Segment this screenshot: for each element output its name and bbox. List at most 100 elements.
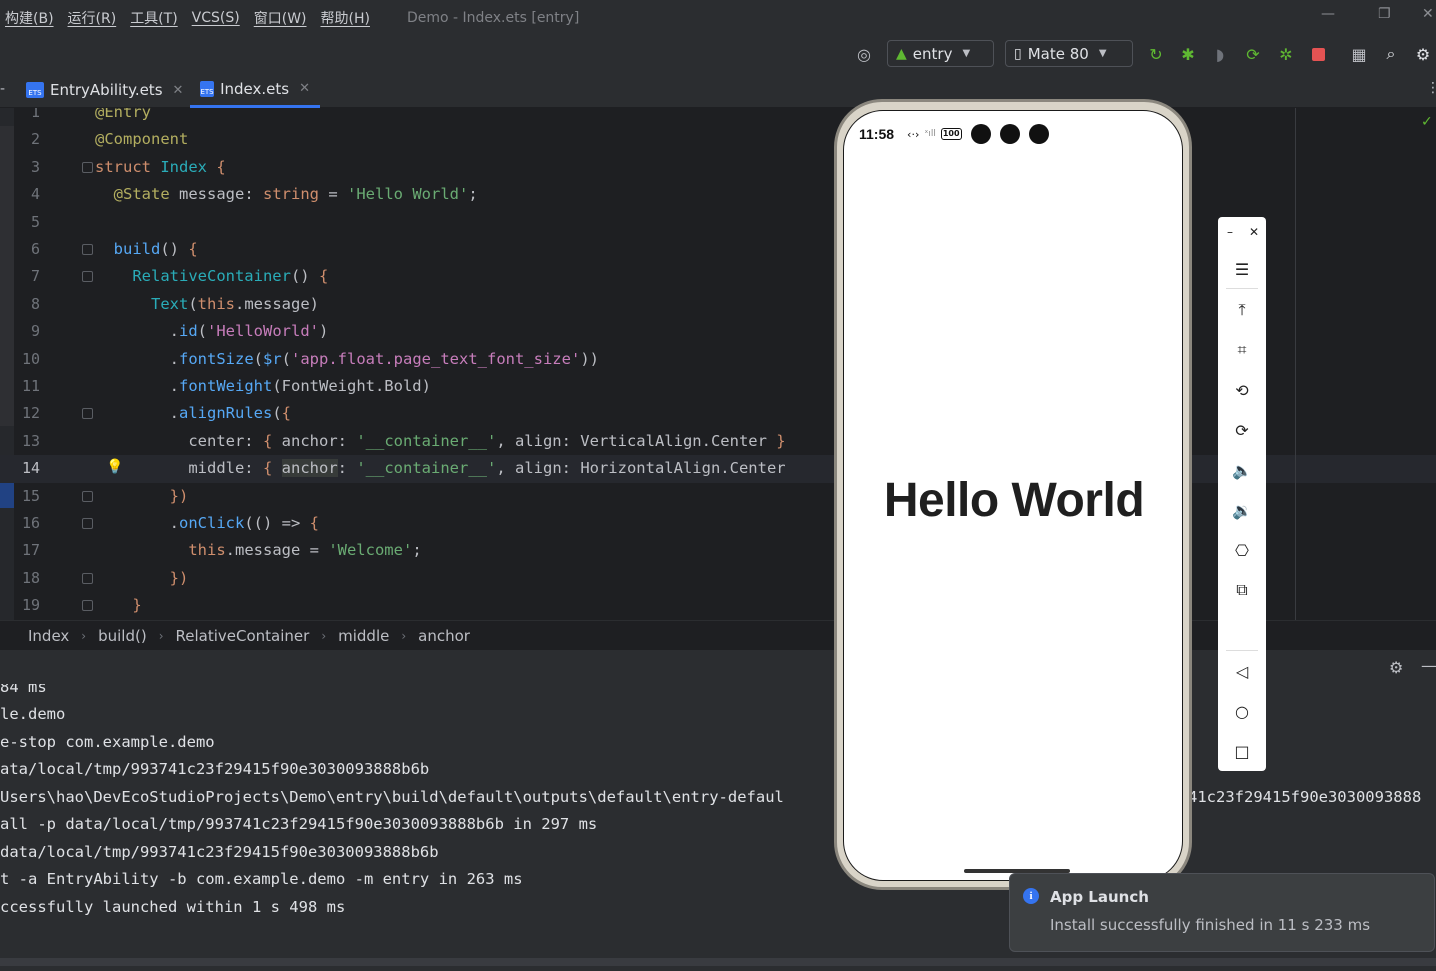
line-number: 3 xyxy=(30,157,40,176)
phone-screen[interactable]: 11:58 ‹·› ˣıll 100 Hello World xyxy=(843,110,1183,881)
fold-icon[interactable] xyxy=(82,161,93,173)
tab-label: Index.ets xyxy=(220,79,290,98)
minimize-icon[interactable]: – xyxy=(1218,220,1242,244)
code-line: 1 @Entry xyxy=(0,108,1436,126)
chevron-right-icon: › xyxy=(81,628,87,643)
fold-icon[interactable] xyxy=(82,518,93,529)
minimize-icon[interactable]: — xyxy=(1321,6,1335,22)
profile-icon[interactable]: ✲ xyxy=(1276,44,1296,64)
stop-icon[interactable] xyxy=(1308,44,1328,64)
rerun-icon[interactable]: ↻ xyxy=(1146,44,1166,64)
tab-index[interactable]: ETS Index.ets ✕ xyxy=(190,72,320,108)
search-icon[interactable]: ⌕ xyxy=(1381,44,1401,64)
ets-file-icon: ETS xyxy=(26,82,44,98)
crop-icon[interactable]: ⌗ xyxy=(1218,338,1266,362)
line-number: 9 xyxy=(30,322,40,341)
line-number: 1 xyxy=(30,108,40,121)
fold-icon[interactable] xyxy=(82,271,93,283)
volume-up-icon[interactable]: 🔈 xyxy=(1218,458,1266,482)
volume-down-icon[interactable]: 🔉 xyxy=(1218,498,1266,522)
close-window-icon[interactable]: ✕ xyxy=(1422,6,1434,22)
shake-icon[interactable]: ⎔ xyxy=(1218,538,1266,562)
tab-scroll-icon[interactable]: - xyxy=(0,81,5,97)
minimize-panel-icon[interactable]: — xyxy=(1421,656,1436,675)
breadcrumb-item[interactable]: middle xyxy=(338,627,389,645)
breadcrumb-item[interactable]: build() xyxy=(98,627,147,645)
menu-bar: 构建(B) 运行(R) 工具(T) VCS(S) 窗口(W) 帮助(H) Dem… xyxy=(0,0,1436,36)
lightbulb-icon[interactable]: 💡 xyxy=(106,459,123,475)
debug-icon[interactable]: ✱ xyxy=(1178,44,1198,64)
module-select[interactable]: ▲ entry ▼ xyxy=(887,40,994,67)
menu-tools[interactable]: 工具(T) xyxy=(123,8,184,28)
notification-message: Install successfully finished in 11 s 23… xyxy=(1050,916,1371,934)
fold-icon[interactable] xyxy=(82,408,93,420)
console-line-overflow: 41c23f29415f90e3030093888 xyxy=(1188,787,1422,806)
console-line: data/local/tmp/993741c23f29415f90e303009… xyxy=(0,842,439,861)
multi-device-icon[interactable]: ⧉ xyxy=(1218,578,1266,602)
fold-icon[interactable] xyxy=(82,244,93,255)
pin-top-icon[interactable]: ⤒ xyxy=(1218,298,1266,322)
line-number: 7 xyxy=(30,267,40,286)
hello-world-text[interactable]: Hello World xyxy=(844,473,1182,528)
console-line: 84 ms xyxy=(0,684,47,696)
device-select[interactable]: ▯ Mate 80 ▼ xyxy=(1005,40,1133,67)
battery-icon: 100 xyxy=(940,128,962,140)
menu-icon[interactable]: ☰ xyxy=(1218,257,1266,281)
tab-entryability[interactable]: ETS EntryAbility.ets ✕ xyxy=(26,72,183,108)
line-number: 11 xyxy=(21,377,40,395)
breadcrumb-item[interactable]: anchor xyxy=(418,627,470,645)
fold-icon[interactable] xyxy=(82,572,93,584)
back-icon[interactable]: ◁ xyxy=(1218,659,1266,683)
breadcrumb-item[interactable]: RelativeContainer xyxy=(176,627,310,645)
line-number: 2 xyxy=(30,130,40,149)
fold-icon[interactable] xyxy=(82,490,93,502)
rotate-icon[interactable]: ⟲ xyxy=(1218,378,1266,402)
more-tabs-icon[interactable]: ⋮ xyxy=(1426,80,1436,96)
emulator-control-panel: – ✕ ☰ ⤒ ⌗ ⟲ ⟳ 🔈 🔉 ⎔ ⧉ ◁ ○ □ xyxy=(1218,217,1266,771)
notification-title: App Launch xyxy=(1050,888,1149,906)
line-number: 18 xyxy=(21,568,40,587)
phone-time: 11:58 xyxy=(859,126,895,142)
toolbar: ◎ ▲ entry ▼ ▯ Mate 80 ▼ ↻ ✱ ◗ ⟳ ✲ ▦ ⌕ ⚙ xyxy=(0,36,1436,72)
console-scrollbar[interactable] xyxy=(0,958,1436,966)
chevron-down-icon: ▼ xyxy=(962,48,971,59)
chevron-right-icon: › xyxy=(158,628,164,643)
close-icon[interactable]: ✕ xyxy=(173,83,184,98)
chevron-down-icon: ▼ xyxy=(1098,48,1107,59)
app-launch-notification[interactable]: i App Launch Install successfully finish… xyxy=(1009,873,1435,952)
tab-label: EntryAbility.ets xyxy=(50,81,163,99)
menu-help[interactable]: 帮助(H) xyxy=(314,8,377,28)
code-line: 4 @State message: string = 'Hello World'… xyxy=(0,181,1436,208)
console-line: all -p data/local/tmp/993741c23f29415f90… xyxy=(0,815,598,833)
line-number: 13 xyxy=(21,431,40,450)
close-icon[interactable]: ✕ xyxy=(299,81,310,96)
rotate-right-icon[interactable]: ⟳ xyxy=(1218,418,1266,442)
fold-icon[interactable] xyxy=(82,600,93,612)
close-icon[interactable]: ✕ xyxy=(1242,220,1266,244)
menu-vcs[interactable]: VCS(S) xyxy=(185,10,247,26)
console-line: le.demo xyxy=(0,705,66,723)
settings-icon[interactable]: ⚙ xyxy=(1413,44,1433,64)
notification-dot-icon xyxy=(1028,124,1049,144)
phone-icon: ▯ xyxy=(1014,45,1022,62)
code-line: 2 @Component xyxy=(0,126,1436,153)
module-icon: ▲ xyxy=(896,45,907,62)
module-select-value: entry xyxy=(912,44,953,63)
home-icon[interactable]: ○ xyxy=(1218,699,1266,723)
gear-icon[interactable]: ⚙ xyxy=(1389,658,1403,677)
menu-window[interactable]: 窗口(W) xyxy=(247,8,314,28)
attach-debugger-icon[interactable]: ◗ xyxy=(1210,44,1230,64)
chevron-right-icon: › xyxy=(321,628,327,643)
restore-icon[interactable]: ❐ xyxy=(1378,6,1391,22)
apply-changes-icon[interactable]: ⟳ xyxy=(1243,44,1263,64)
menu-run[interactable]: 运行(R) xyxy=(61,8,124,28)
breadcrumb-item[interactable]: Index xyxy=(28,627,69,645)
device-select-value: Mate 80 xyxy=(1027,44,1089,63)
recents-icon[interactable]: □ xyxy=(1218,739,1266,763)
device-manager-icon[interactable]: ▦ xyxy=(1349,44,1369,64)
code-line: 3 struct Index { xyxy=(0,154,1436,181)
target-icon[interactable]: ◎ xyxy=(854,44,874,64)
divider xyxy=(1226,650,1258,651)
menu-build[interactable]: 构建(B) xyxy=(0,8,61,28)
console-line: t -a EntryAbility -b com.example.demo -m… xyxy=(0,870,523,888)
